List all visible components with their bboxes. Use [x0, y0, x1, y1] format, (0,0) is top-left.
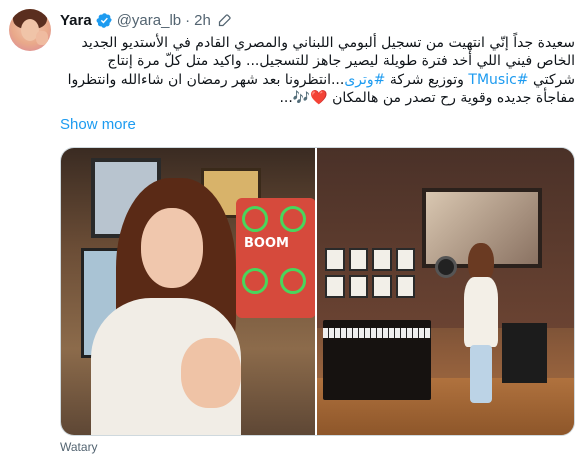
- piano: [323, 320, 431, 400]
- boombox-speaker: [280, 206, 306, 232]
- boombox: BOOM: [236, 198, 315, 318]
- tweet-line-3: شركتي #TMusic وتوزيع شركة #وترى...انتظرو…: [60, 71, 575, 89]
- woman-face: [141, 208, 203, 288]
- waving-hand: [181, 338, 241, 408]
- tweet-line-3-prefix: شركتي: [528, 71, 575, 88]
- media-photo-right[interactable]: [317, 148, 574, 435]
- verified-badge-icon: [96, 12, 112, 28]
- avatar-hand: [36, 31, 48, 45]
- show-more-link[interactable]: Show more: [60, 116, 136, 133]
- separator-dot: ·: [185, 11, 191, 29]
- tweet-line-3-mid: وتوزيع شركة: [385, 71, 469, 88]
- tweet-body: سعيدة جداً إنّي انتهيت من تسجيل ألبومي ا…: [60, 34, 575, 107]
- tweet-line-4: مفاجأة جديده وقوية رح تصدر من هالمكان ❤️…: [60, 89, 575, 107]
- piano-keys: [323, 328, 431, 338]
- media-photo-left[interactable]: BOOM: [61, 148, 315, 435]
- microphone: [435, 256, 457, 278]
- boombox-speaker: [280, 268, 306, 294]
- edit-pencil-icon[interactable]: [217, 13, 232, 28]
- tweet-line-2: الخاص فيني اللي أخد فترة طويلة ليصير جاه…: [107, 53, 575, 70]
- tweet-line-4-text: مفاجأة جديده وقوية رح تصدر من هالمكان: [332, 89, 575, 106]
- tweet-line-3-suffix: ...انتظرونا بعد شهر رمضان ان شاءالله وان…: [67, 71, 345, 88]
- equipment-rack: [502, 323, 547, 383]
- heart-emoji-icon: ❤️: [310, 89, 328, 106]
- boombox-label: BOOM: [244, 236, 289, 251]
- photo-wall: [325, 248, 415, 298]
- boombox-speaker: [242, 268, 268, 294]
- music-notes-emoji-icon: 🎶: [292, 89, 311, 106]
- hashtag-watary[interactable]: #وترى: [344, 72, 385, 88]
- singer: [462, 243, 500, 403]
- author-handle[interactable]: @yara_lb: [117, 12, 181, 29]
- watermark: Watary: [60, 440, 98, 454]
- author-avatar[interactable]: [9, 9, 51, 51]
- boombox-speaker: [242, 206, 268, 232]
- tweet-time[interactable]: 2h: [194, 12, 211, 29]
- media-grid: BOOM: [60, 147, 575, 436]
- tweet-header: Yara @yara_lb · 2h: [60, 9, 232, 31]
- tweet-line-4-end: ...: [279, 89, 293, 106]
- author-name[interactable]: Yara: [60, 12, 92, 29]
- tweet-line-1: سعيدة جداً إنّي انتهيت من تسجيل ألبومي ا…: [81, 35, 575, 51]
- hashtag-tmusic[interactable]: #TMusic: [468, 72, 528, 88]
